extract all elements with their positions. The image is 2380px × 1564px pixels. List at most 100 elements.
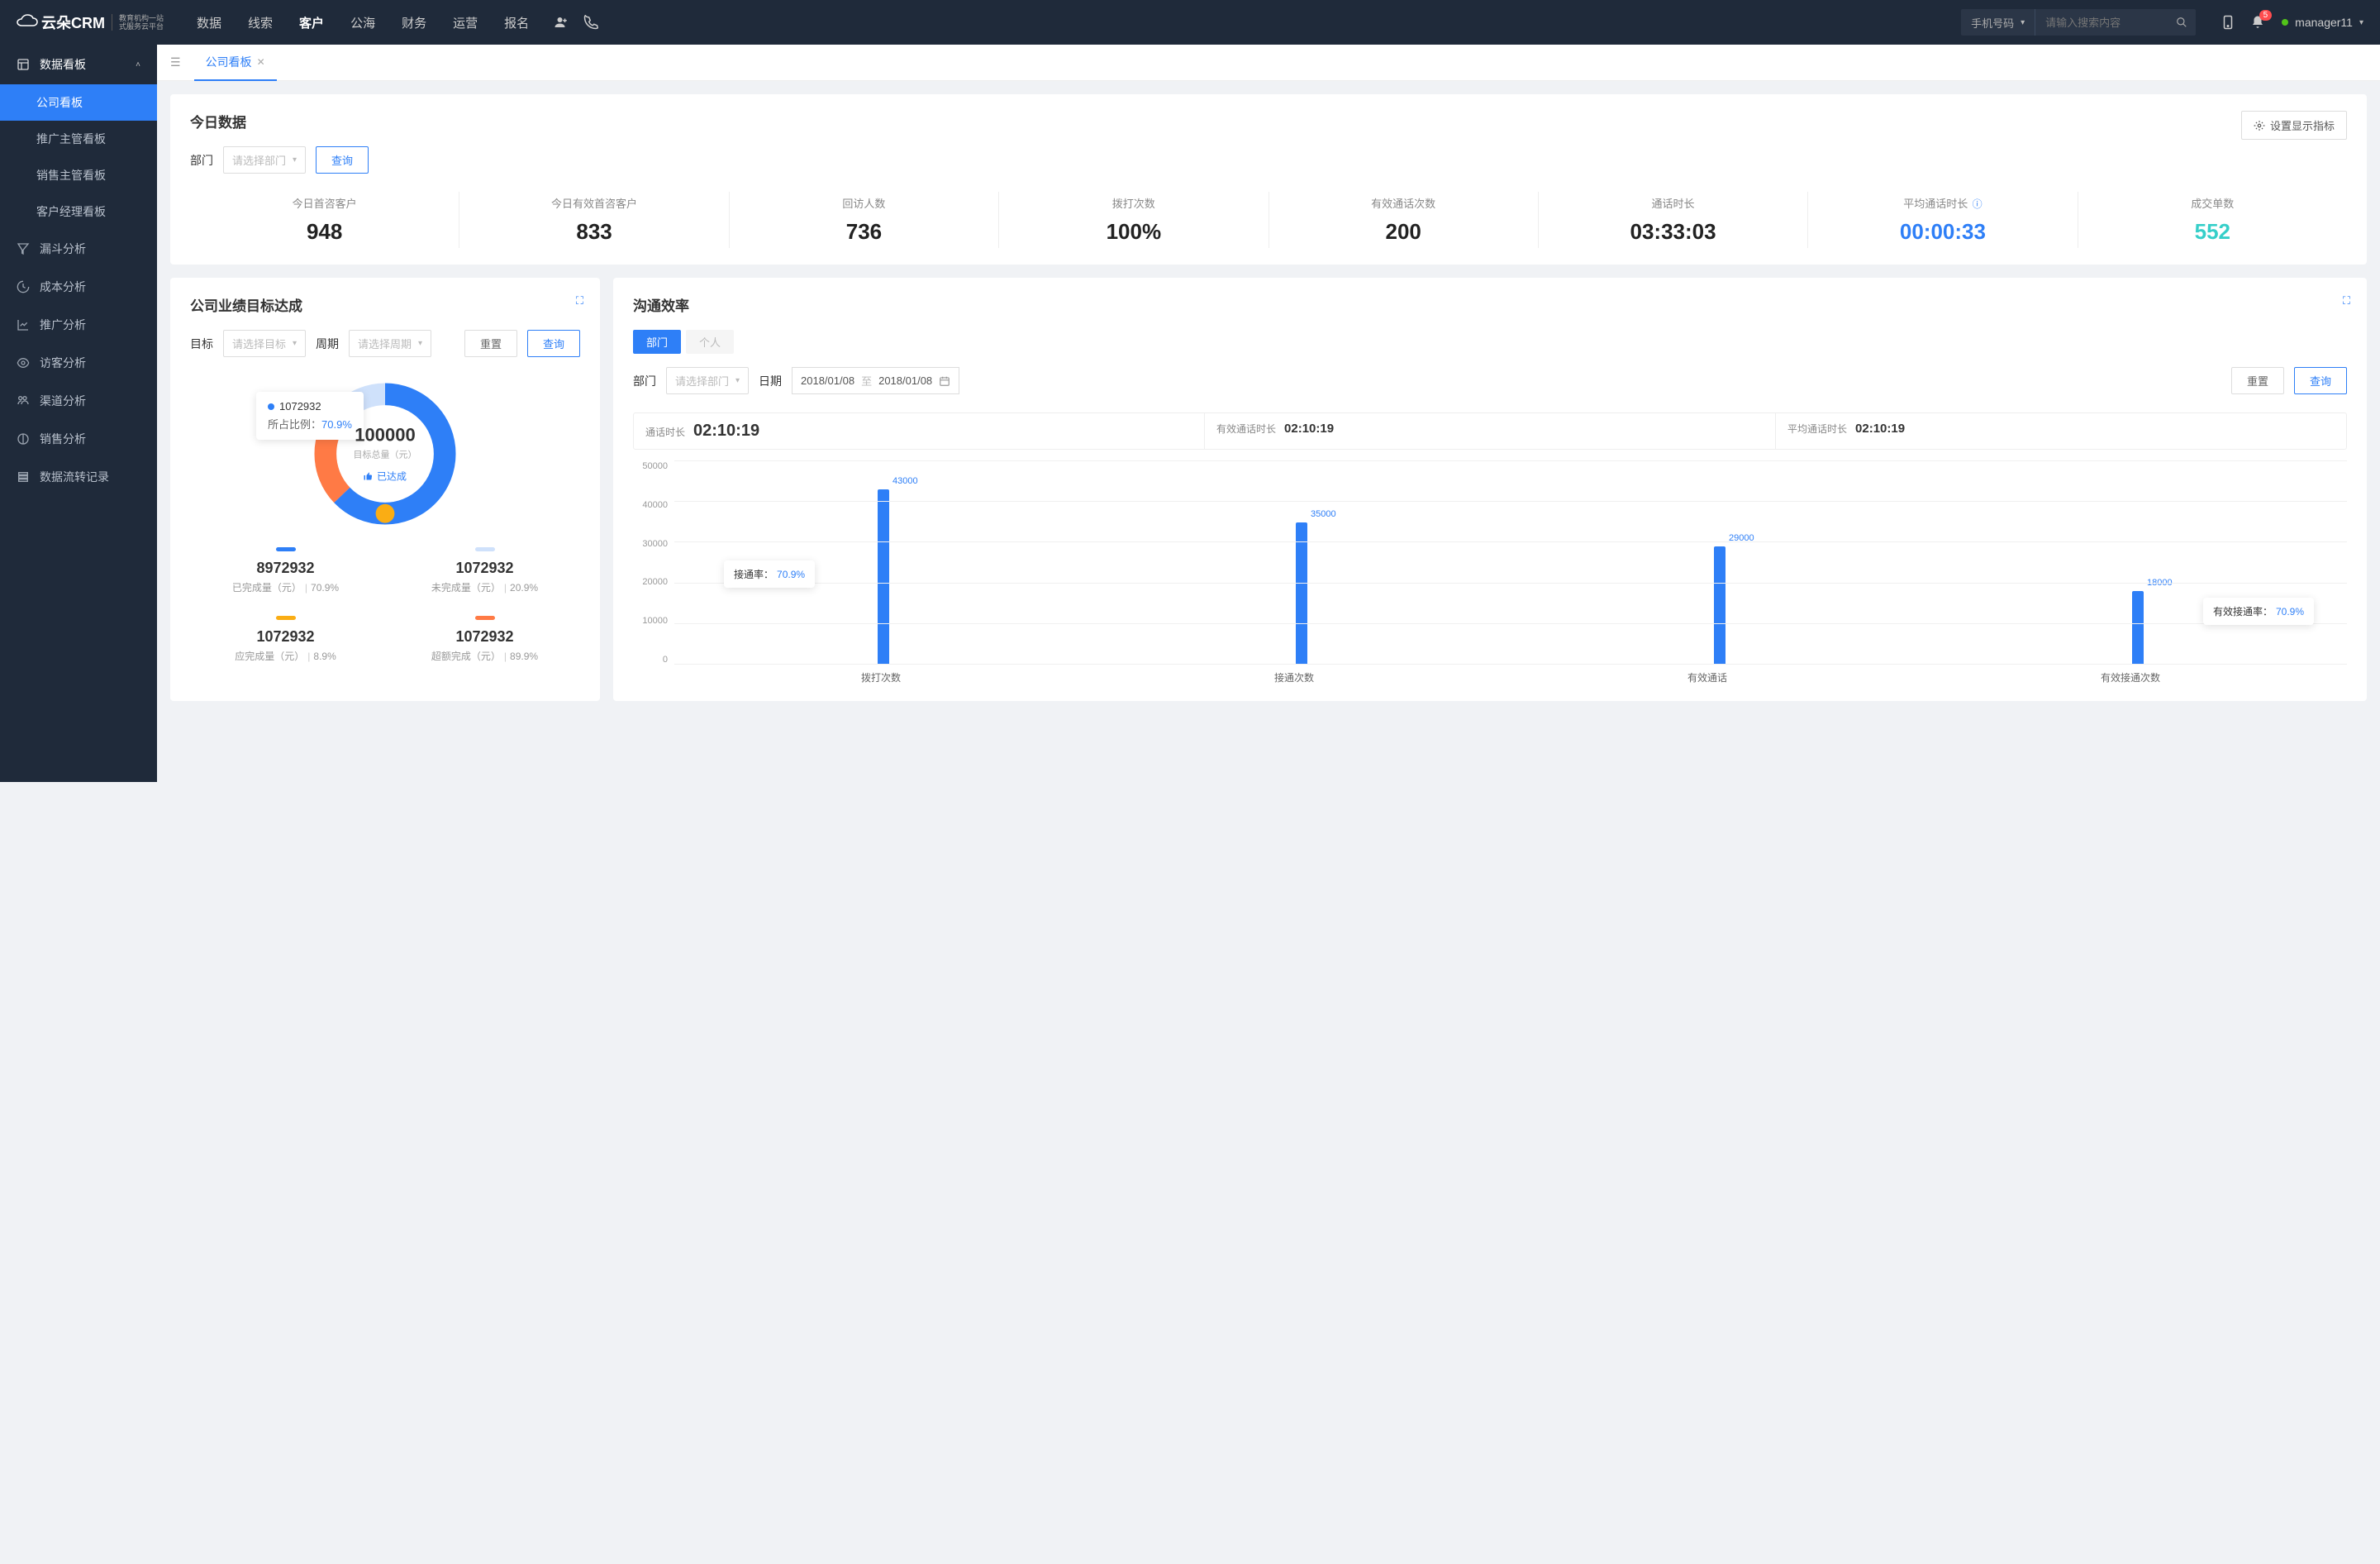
header-action-icons <box>554 15 598 30</box>
tab-dept[interactable]: 部门 <box>633 330 681 354</box>
status-dot <box>2282 19 2288 26</box>
query-button[interactable]: 查询 <box>527 330 580 357</box>
nav-item-1[interactable]: 线索 <box>248 14 273 31</box>
phone-icon[interactable] <box>583 15 598 30</box>
bar-3: 18000 <box>2132 591 2144 665</box>
gear-icon <box>2254 120 2265 131</box>
sidebar-item-3[interactable]: 客户经理看板 <box>0 193 157 230</box>
user-menu[interactable]: manager11 ▾ <box>2282 16 2363 29</box>
dept-select[interactable]: 请选择部门 ▾ <box>223 146 306 174</box>
donut-center: 100000 目标总量（元） 已达成 <box>354 425 417 484</box>
query-button[interactable]: 查询 <box>2294 367 2347 394</box>
tab-bar: ☰ 公司看板 ✕ <box>157 45 2380 81</box>
nav-item-2[interactable]: 客户 <box>299 14 324 31</box>
tab-company-dashboard[interactable]: 公司看板 ✕ <box>194 45 277 81</box>
sidebar-link-6[interactable]: 数据流转记录 <box>0 458 157 496</box>
sidebar-link-2[interactable]: 推广分析 <box>0 306 157 344</box>
stat-cell-0: 通话时长02:10:19 <box>634 413 1205 449</box>
sidebar-link-0[interactable]: 漏斗分析 <box>0 230 157 268</box>
dept-select[interactable]: 请选择部门▾ <box>666 367 749 394</box>
search-type-select[interactable]: 手机号码 ▾ <box>1961 9 2035 36</box>
sidebar-icon <box>17 394 30 408</box>
bar-chart: 50000400003000020000100000 4300035000290… <box>633 461 2347 684</box>
info-icon[interactable]: ⓘ <box>1969 198 1982 210</box>
sidebar-item-1[interactable]: 推广主管看板 <box>0 121 157 157</box>
date-range-picker[interactable]: 2018/01/08 至 2018/01/08 <box>792 367 959 394</box>
bar-1: 35000 <box>1296 522 1307 665</box>
today-title: 今日数据 <box>190 111 369 131</box>
chevron-down-icon: ▾ <box>2021 18 2025 27</box>
logo: 云朵CRM 教育机构一站 式服务云平台 <box>17 12 164 33</box>
sidebar: 数据看板 ˄ 公司看板推广主管看板销售主管看板客户经理看板 漏斗分析成本分析推广… <box>0 45 157 782</box>
comm-efficiency-card: ⛶ 沟通效率 部门 个人 部门 请选择部门▾ 日期 2018/01/08 <box>613 278 2367 701</box>
goal-achievement-card: ⛶ 公司业绩目标达成 目标 请选择目标▾ 周期 请选择周期▾ 重置 查询 <box>170 278 600 701</box>
chevron-down-icon: ▾ <box>293 155 297 165</box>
goal-title: 公司业绩目标达成 <box>190 294 580 315</box>
sidebar-item-2[interactable]: 销售主管看板 <box>0 157 157 193</box>
reset-button[interactable]: 重置 <box>2231 367 2284 394</box>
close-icon[interactable]: ✕ <box>257 56 265 68</box>
kpi-0: 今日首咨客户948 <box>190 192 459 248</box>
nav-item-5[interactable]: 运营 <box>453 14 478 31</box>
sidebar-group-dashboard[interactable]: 数据看板 ˄ <box>0 45 157 84</box>
main-nav: 数据 线索 客户 公海 财务 运营 报名 <box>197 14 529 31</box>
settings-metrics-button[interactable]: 设置显示指标 <box>2241 111 2347 140</box>
sidebar-icon <box>17 318 30 331</box>
status-achieved: 已达成 <box>354 470 417 484</box>
kpi-2: 回访人数736 <box>730 192 999 248</box>
reset-button[interactable]: 重置 <box>464 330 517 357</box>
legend-item-0: 8972932已完成量（元）|70.9% <box>190 547 381 594</box>
username: manager11 <box>2295 16 2353 29</box>
thumbs-up-icon <box>364 471 374 481</box>
calendar-icon <box>939 375 950 387</box>
kpi-6: 平均通话时长 ⓘ00:00:33 <box>1808 192 2078 248</box>
nav-item-6[interactable]: 报名 <box>504 14 529 31</box>
sidebar-icon <box>17 242 30 255</box>
stat-cell-1: 有效通话时长02:10:19 <box>1205 413 1776 449</box>
chevron-down-icon: ▾ <box>418 339 422 348</box>
chevron-up-icon: ˄ <box>136 60 140 69</box>
today-data-card: 今日数据 部门 请选择部门 ▾ 查询 设置显示指标 <box>170 94 2367 265</box>
kpi-7: 成交单数552 <box>2078 192 2347 248</box>
kpi-3: 拨打次数100% <box>999 192 1269 248</box>
sidebar-link-3[interactable]: 访客分析 <box>0 344 157 382</box>
search-group: 手机号码 ▾ <box>1961 9 2196 36</box>
sidebar-icon <box>17 432 30 446</box>
tooltip-effective-rate: 有效接通率：70.9% <box>2203 598 2314 625</box>
legend-item-1: 1072932未完成量（元）|20.9% <box>389 547 580 594</box>
tab-person[interactable]: 个人 <box>686 330 734 354</box>
mobile-icon[interactable] <box>2221 15 2235 30</box>
tooltip-connect-rate: 接通率：70.9% <box>724 560 815 588</box>
search-icon <box>2176 17 2187 28</box>
dept-label: 部门 <box>190 152 213 169</box>
dashboard-icon <box>17 58 30 71</box>
target-select[interactable]: 请选择目标▾ <box>223 330 306 357</box>
nav-item-4[interactable]: 财务 <box>402 14 426 31</box>
cloud-icon <box>17 14 38 31</box>
stat-cell-2: 平均通话时长02:10:19 <box>1776 413 2346 449</box>
sidebar-icon <box>17 470 30 484</box>
search-button[interactable] <box>2168 9 2196 36</box>
notification-bell[interactable]: 5 <box>2250 15 2265 30</box>
kpi-5: 通话时长03:33:03 <box>1539 192 1808 248</box>
comm-title: 沟通效率 <box>633 294 2347 315</box>
chevron-down-icon: ▾ <box>293 339 297 348</box>
sidebar-link-1[interactable]: 成本分析 <box>0 268 157 306</box>
sidebar-link-5[interactable]: 销售分析 <box>0 420 157 458</box>
sidebar-item-0[interactable]: 公司看板 <box>0 84 157 121</box>
sidebar-icon <box>17 356 30 370</box>
kpi-4: 有效通话次数200 <box>1269 192 1539 248</box>
expand-icon[interactable]: ⛶ <box>576 294 583 308</box>
chevron-down-icon: ▾ <box>2359 18 2363 27</box>
sidebar-link-4[interactable]: 渠道分析 <box>0 382 157 420</box>
expand-icon[interactable]: ⛶ <box>2343 294 2350 308</box>
search-input[interactable] <box>2035 17 2168 29</box>
add-user-icon[interactable] <box>554 15 569 30</box>
nav-item-0[interactable]: 数据 <box>197 14 221 31</box>
period-select[interactable]: 请选择周期▾ <box>349 330 431 357</box>
menu-toggle-icon[interactable]: ☰ <box>170 55 181 69</box>
chevron-down-icon: ▾ <box>735 376 740 385</box>
legend-item-2: 1072932应完成量（元）|8.9% <box>190 616 381 663</box>
nav-item-3[interactable]: 公海 <box>350 14 375 31</box>
query-button[interactable]: 查询 <box>316 146 369 174</box>
